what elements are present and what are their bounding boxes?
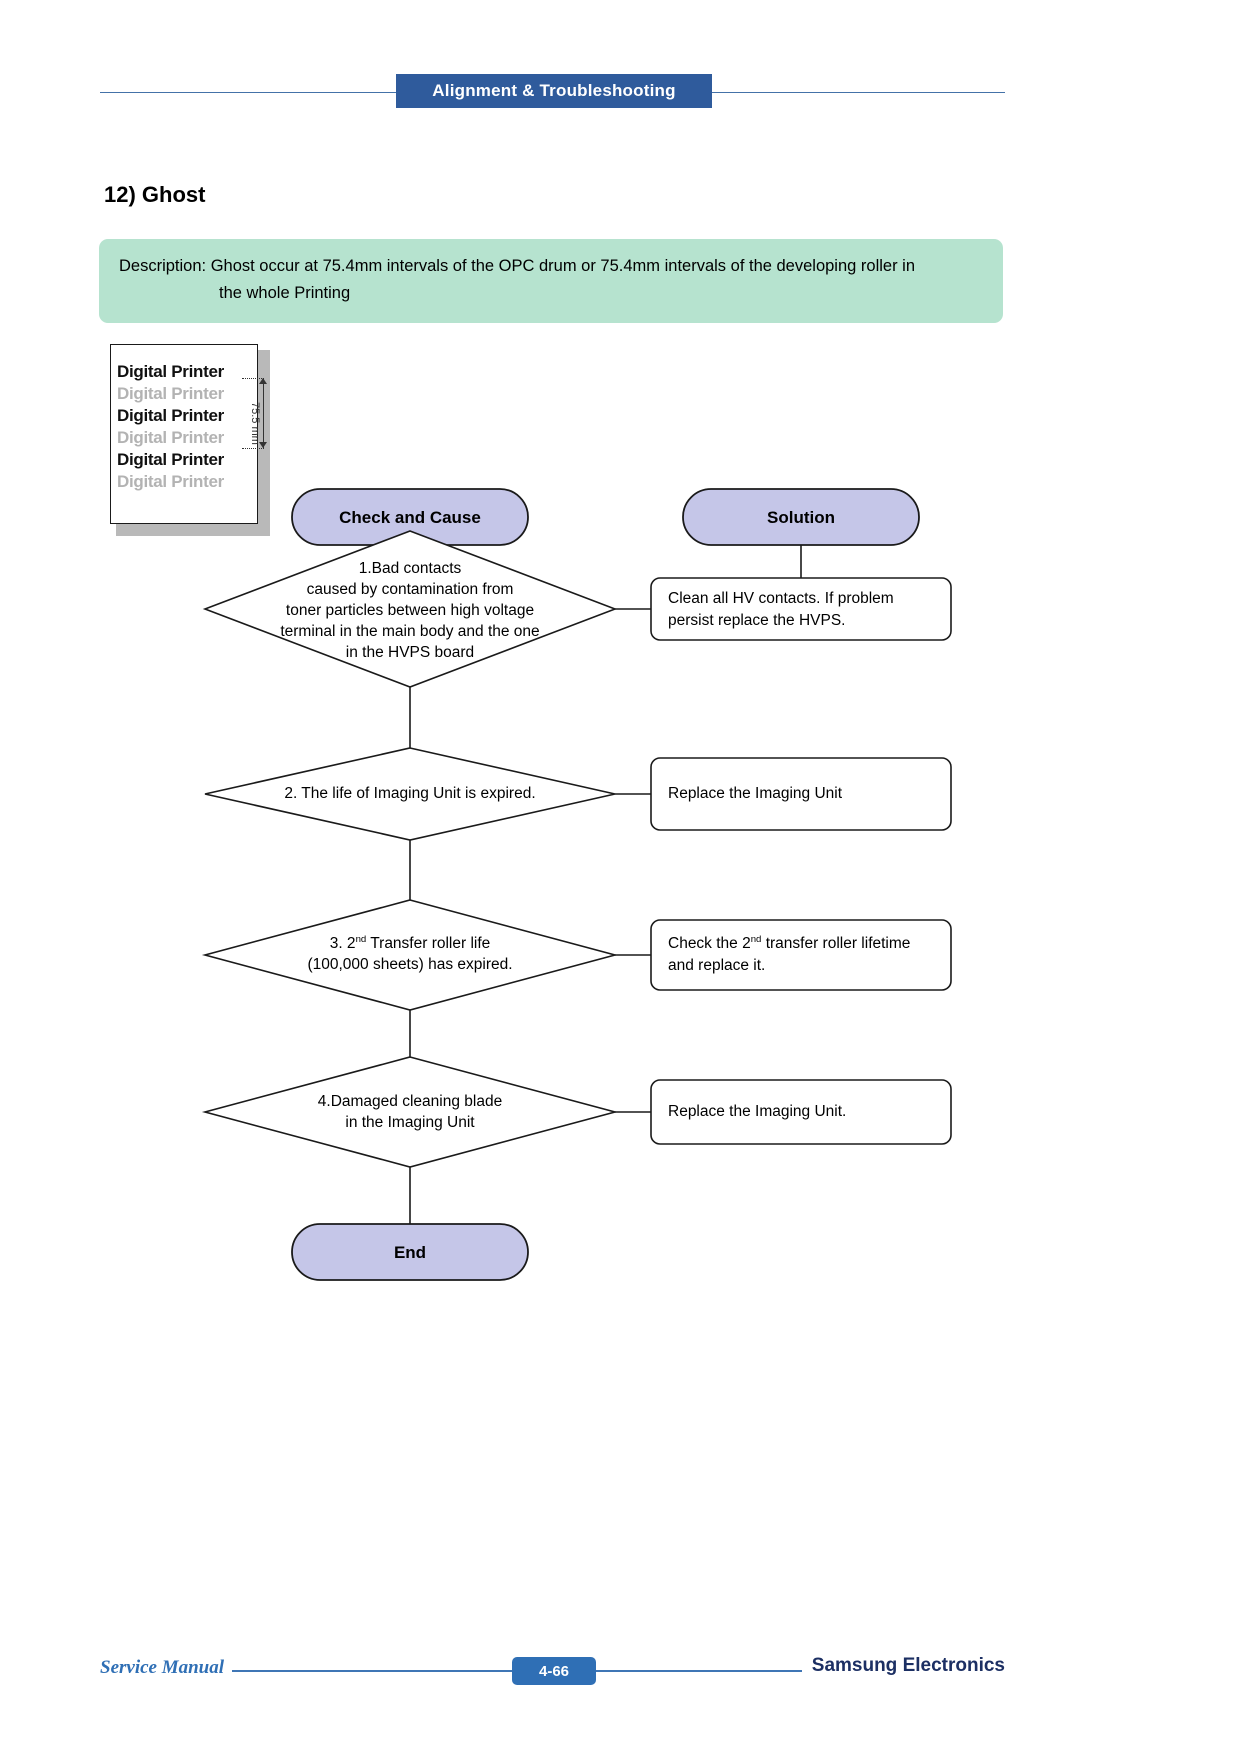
dimension-arrow-up-icon [259,378,267,384]
sample-page: Digital Printer Digital Printer Digital … [110,344,258,524]
check-and-cause-label[interactable]: Check and Cause [292,507,528,528]
solution-text-2[interactable]: Replace the Imaging Unit [668,783,948,805]
page-header: Alignment & Troubleshooting [0,0,1240,140]
cause-text-3-prefix: 3. 2 [329,935,356,952]
solution-text-line: Replace the Imaging Unit. [668,1103,847,1120]
sample-text-line: Digital Printer [117,450,224,469]
description-line-2: the whole Printing [219,284,351,302]
cause-text-3[interactable]: 3. 2nd Transfer roller life (100,000 she… [230,933,590,975]
sample-text-line: Digital Printer [117,384,224,403]
cause-text-line: caused by contamination from [306,581,514,598]
cause-text-line: in the HVPS board [345,644,475,661]
footer-brand-label: Samsung Electronics [801,1655,1005,1677]
cause-text-1[interactable]: 1.Bad contacts caused by contamination f… [230,558,590,663]
sample-text-line: Digital Printer [117,472,224,491]
cause-text-line: (100,000 sheets) has expired. [307,956,513,973]
sample-text-line: Digital Printer [117,362,224,381]
solution-text-3[interactable]: Check the 2nd transfer roller lifetime a… [668,933,953,977]
dimension-tick-bottom [242,448,264,449]
cause-text-line: 4.Damaged cleaning blade [317,1093,503,1110]
sample-text-line: Digital Printer [117,406,224,425]
cause-text-line: terminal in the main body and the one [280,623,540,640]
footer-service-manual-label: Service Manual [100,1657,233,1679]
end-label[interactable]: End [292,1242,528,1263]
solution-text-line: Check the 2nd transfer roller lifetime [668,933,953,955]
solution-label[interactable]: Solution [683,507,919,528]
cause-text-2[interactable]: 2. The life of Imaging Unit is expired. [230,783,590,804]
ghost-interval-dimension: 75.5 mm [242,370,284,520]
cause-text-3-rest: Transfer roller life [366,935,491,952]
cause-text-line: 1.Bad contacts [358,560,462,577]
page-footer: Service Manual 4-66 Samsung Electronics [0,1630,1240,1720]
cause-text-line: 2. The life of Imaging Unit is expired. [284,785,536,802]
description-line-1: Description: Ghost occur at 75.4mm inter… [119,257,916,275]
header-banner-title: Alignment & Troubleshooting [396,74,712,108]
ghost-sample-printout: Digital Printer Digital Printer Digital … [110,344,270,536]
solution-text-3-prefix: Check the 2 [668,935,751,952]
sample-text-line: Digital Printer [117,428,224,447]
solution-text-line: and replace it. [668,957,766,974]
cause-text-line: in the Imaging Unit [345,1114,475,1131]
solution-text-line: Clean all HV contacts. If problem [668,590,894,607]
cause-text-4[interactable]: 4.Damaged cleaning blade in the Imaging … [230,1091,590,1133]
solution-text-line: Replace the Imaging Unit [668,785,843,802]
dimension-label: 75.5 mm [249,402,261,445]
page-number-badge: 4-66 [512,1657,596,1685]
cause-text-line: 3. 2nd Transfer roller life [230,933,590,954]
description-box: Description: Ghost occur at 75.4mm inter… [99,239,1003,323]
dimension-line [263,378,264,448]
ordinal-suffix: nd [355,933,367,945]
solution-text-line: persist replace the HVPS. [668,612,846,629]
page-title: 12) Ghost [104,182,206,207]
solution-text-3-rest: transfer roller lifetime [761,935,911,952]
ordinal-suffix: nd [750,933,762,945]
cause-text-line: toner particles between high voltage [285,602,535,619]
solution-text-1[interactable]: Clean all HV contacts. If problem persis… [668,588,948,632]
solution-text-4[interactable]: Replace the Imaging Unit. [668,1101,948,1123]
